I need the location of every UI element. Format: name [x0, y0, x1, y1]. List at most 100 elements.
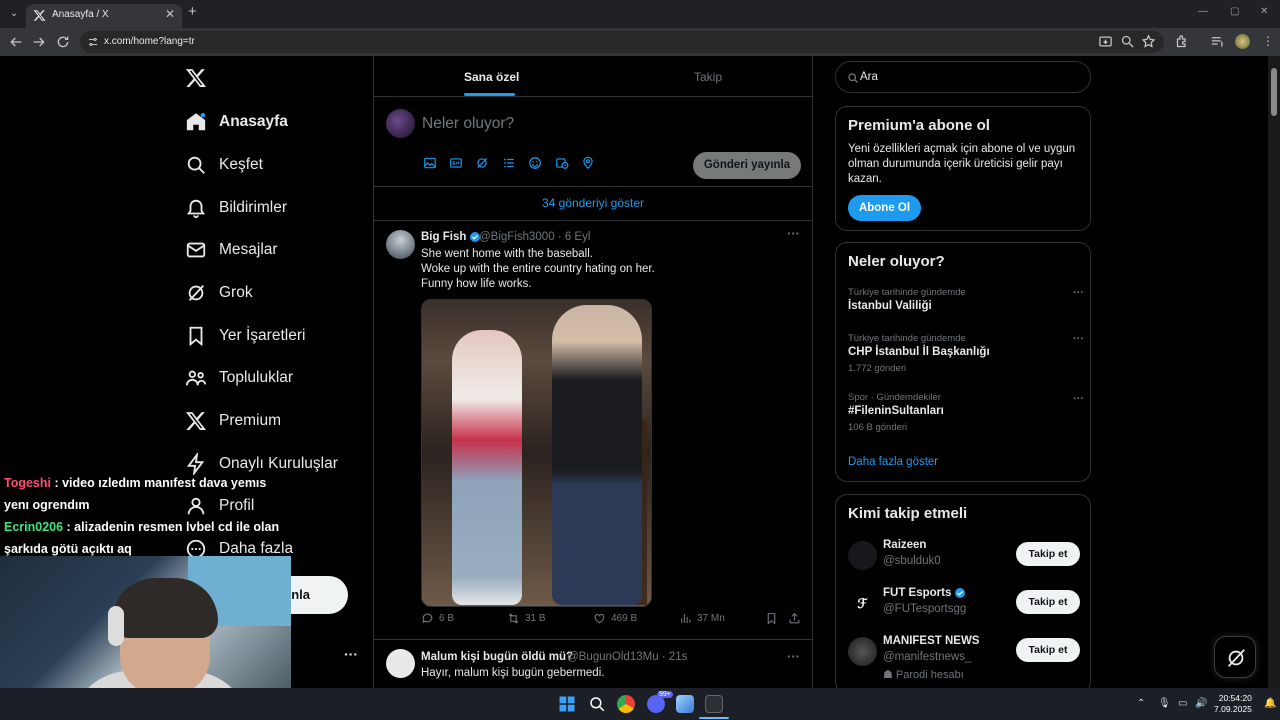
subscribe-button[interactable]: Abone Ol [848, 195, 921, 221]
notification-icon[interactable]: 🔔 [1264, 698, 1276, 709]
trend-item[interactable]: Türkiye tarihinde gündemde CHP İstanbul … [848, 333, 1078, 374]
avatar[interactable] [848, 637, 877, 666]
page-scrollbar[interactable] [1268, 56, 1280, 688]
follow-suggestion[interactable]: MANIFEST NEWS @manifestnews_ ☗ Parodi he… [848, 635, 1080, 687]
sidebar-item-grok[interactable]: Grok [185, 278, 253, 308]
views-button[interactable]: 37 Mn [679, 612, 725, 625]
tab-media-icon[interactable] [1210, 34, 1225, 49]
sidebar-item-premium[interactable]: Premium [185, 406, 281, 436]
fut-logo-avatar[interactable]: ℱ [848, 589, 877, 618]
follow-button[interactable]: Takip et [1016, 638, 1080, 662]
avatar[interactable] [386, 230, 415, 259]
parody-label-text: Parodi hesabı [895, 669, 964, 681]
photo-content [552, 305, 642, 605]
gif-icon[interactable] [449, 156, 463, 170]
grok-floating-button[interactable] [1214, 636, 1256, 678]
suggestion-name: MANIFEST NEWS [883, 635, 979, 647]
poll-icon[interactable] [502, 156, 516, 170]
taskbar-clock[interactable]: 20:54:20 7.09.2025 [1214, 693, 1252, 715]
sidebar-item-label: Anasayfa [219, 113, 288, 130]
tweet-author[interactable]: Big Fish [421, 231, 481, 243]
tab-following[interactable]: Takip [694, 70, 722, 84]
trend-more-icon[interactable]: ··· [1073, 287, 1084, 299]
avatar[interactable] [386, 109, 415, 138]
tab-search-chevron-icon[interactable]: ⌄ [6, 6, 22, 22]
tweet-actions: 6 B 31 B 469 B 37 Mn [421, 612, 801, 632]
app-icon[interactable] [676, 695, 694, 713]
trend-item[interactable]: Türkiye tarihinde gündemde İstanbul Vali… [848, 287, 1078, 312]
install-app-icon[interactable] [1098, 34, 1113, 49]
x-logo-icon[interactable] [185, 67, 207, 89]
window-close-icon[interactable]: ✕ [1260, 6, 1268, 17]
sidebar-item-label: Keşfet [219, 156, 263, 173]
tab-for-you[interactable]: Sana özel [464, 70, 519, 84]
tweet[interactable]: Big Fish @BigFish3000 · 6 Eyl ··· She we… [374, 222, 812, 640]
account-menu-icon[interactable]: ··· [344, 646, 358, 662]
show-more-link[interactable]: Daha fazla göster [848, 456, 938, 468]
avatar[interactable] [386, 649, 415, 678]
reload-icon[interactable] [55, 34, 71, 50]
sidebar-item-notifications[interactable]: Bildirimler [185, 193, 287, 223]
more-options-icon[interactable]: ··· [787, 226, 800, 241]
sidebar-item-communities[interactable]: Topluluklar [185, 363, 293, 393]
browser-menu-icon[interactable]: ⋮ [1262, 34, 1277, 49]
chat-message: Ecrin0206 : alizadenin resmen lvbel cd i… [4, 516, 289, 560]
active-app-icon[interactable] [705, 695, 723, 713]
post-button[interactable]: Gönderi yayınla [693, 152, 801, 179]
maximize-icon[interactable]: ▢ [1230, 6, 1239, 17]
who-to-follow-title: Kimi takip etmeli [848, 505, 968, 522]
bell-icon [186, 199, 206, 219]
more-options-icon[interactable]: ··· [787, 649, 800, 664]
zoom-icon[interactable] [1120, 34, 1135, 49]
extensions-icon[interactable] [1175, 34, 1190, 49]
address-bar[interactable]: x.com/home?lang=tr [80, 31, 1164, 53]
avatar[interactable] [848, 541, 877, 570]
compose-input[interactable]: Neler oluyor? [422, 115, 514, 133]
location-icon[interactable] [581, 156, 595, 170]
follow-suggestion[interactable]: Raizeen @sbulduk0 Takip et [848, 539, 1080, 579]
schedule-icon[interactable] [555, 156, 569, 170]
scrollbar-thumb[interactable] [1271, 68, 1277, 116]
tweet-photo[interactable] [421, 299, 652, 607]
tweet-author-name[interactable]: Malum kişi bugün öldü mü? [421, 651, 573, 663]
emoji-icon[interactable] [528, 156, 542, 170]
sidebar-item-messages[interactable]: Mesajlar [185, 235, 278, 265]
profile-avatar[interactable] [1235, 34, 1250, 49]
image-icon[interactable] [423, 156, 437, 170]
url-text: x.com/home?lang=tr [104, 36, 195, 47]
forward-arrow-icon[interactable] [31, 34, 47, 50]
share-icon[interactable] [788, 612, 801, 625]
bookmark-star-icon[interactable] [1141, 34, 1156, 49]
repost-button[interactable]: 31 B [507, 612, 546, 625]
site-info-icon[interactable] [87, 36, 99, 48]
volume-icon[interactable]: 🔊 [1195, 698, 1207, 709]
new-tab-icon[interactable]: + [188, 3, 197, 20]
search-input[interactable]: Ara [835, 61, 1091, 93]
trend-more-icon[interactable]: ··· [1073, 333, 1084, 345]
suggestion-name-text: MANIFEST NEWS [883, 635, 980, 647]
grok-icon[interactable] [475, 156, 489, 170]
trend-more-icon[interactable]: ··· [1073, 393, 1084, 405]
views-chart-icon [681, 614, 691, 623]
trend-item[interactable]: Spor · Gündemdekiler #FileninSultanları … [848, 392, 1078, 433]
sidebar-item-explore[interactable]: Keşfet [185, 150, 263, 180]
follow-suggestion[interactable]: ℱ FUT Esports @FUTesportsgg Takip et [848, 587, 1080, 627]
network-icon[interactable]: ▭ [1178, 698, 1187, 709]
close-tab-icon[interactable]: ✕ [165, 7, 175, 21]
sidebar-item-bookmarks[interactable]: Yer İşaretleri [185, 321, 305, 351]
back-arrow-icon[interactable] [8, 34, 24, 50]
microphone-icon[interactable]: 🎙 [1158, 698, 1171, 709]
search-icon[interactable] [588, 695, 606, 713]
tray-chevron-icon[interactable]: ⌃ [1137, 698, 1145, 709]
like-button[interactable]: 469 B [593, 612, 637, 625]
minimize-icon[interactable]: — [1198, 6, 1208, 17]
browser-tab[interactable]: Anasayfa / X ✕ [26, 4, 182, 28]
chrome-icon[interactable] [617, 695, 635, 713]
reply-button[interactable]: 6 B [421, 612, 454, 625]
bookmark-icon[interactable] [765, 612, 778, 625]
follow-button[interactable]: Takip et [1016, 590, 1080, 614]
show-new-posts-link[interactable]: 34 gönderiyi göster [374, 187, 812, 221]
follow-button[interactable]: Takip et [1016, 542, 1080, 566]
sidebar-item-home[interactable]: Anasayfa [185, 107, 288, 137]
windows-start-icon[interactable] [558, 695, 576, 713]
